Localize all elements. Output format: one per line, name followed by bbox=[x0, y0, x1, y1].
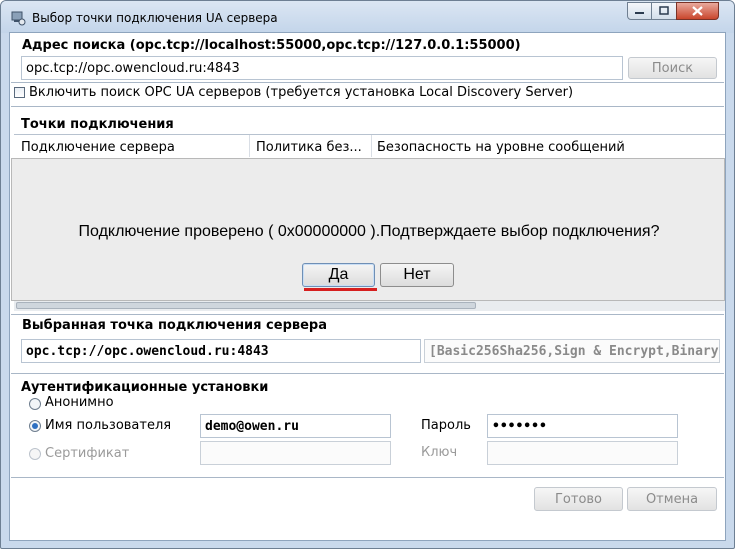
ok-button[interactable]: Готово bbox=[534, 487, 623, 511]
column-header-policy[interactable]: Политика без... bbox=[256, 140, 362, 155]
auth-heading: Аутентификационные установки bbox=[21, 380, 269, 395]
close-icon bbox=[692, 6, 703, 16]
selected-endpoint-policy: [Basic256Sha256,Sign & Encrypt,Binary bbox=[424, 339, 720, 363]
scrollbar-thumb[interactable] bbox=[16, 302, 476, 309]
confirm-message: Подключение проверено ( 0x00000000 ).Под… bbox=[78, 223, 660, 240]
minimize-icon bbox=[635, 12, 644, 14]
window-title: Выбор точки подключения UA сервера bbox=[32, 11, 278, 25]
key-input[interactable] bbox=[487, 441, 678, 465]
maximize-button[interactable] bbox=[651, 2, 677, 20]
password-label: Пароль bbox=[421, 418, 471, 433]
yes-highlight-underline bbox=[304, 288, 377, 291]
certificate-input[interactable] bbox=[200, 441, 391, 465]
divider bbox=[11, 106, 724, 107]
lds-checkbox[interactable] bbox=[14, 87, 25, 98]
divider bbox=[11, 314, 724, 315]
endpoints-horizontal-scrollbar[interactable] bbox=[14, 300, 725, 311]
username-radio[interactable] bbox=[29, 420, 41, 432]
close-button[interactable] bbox=[676, 2, 719, 20]
search-heading: Адрес поиска (opc.tcp://localhost:55000,… bbox=[22, 38, 521, 53]
divider bbox=[11, 477, 724, 478]
confirm-no-button[interactable]: Нет bbox=[380, 263, 454, 287]
lds-checkbox-label: Включить поиск OPC UA серверов (требуетс… bbox=[29, 85, 574, 100]
column-divider bbox=[371, 135, 372, 157]
column-divider bbox=[249, 135, 250, 157]
confirm-yes-button[interactable]: Да bbox=[302, 263, 375, 287]
title-bar[interactable]: Выбор точки подключения UA сервера bbox=[1, 1, 734, 33]
cancel-button[interactable]: Отмена bbox=[627, 487, 717, 511]
certificate-label: Сертификат bbox=[45, 446, 130, 461]
column-header-message-security[interactable]: Безопасность на уровне сообщений bbox=[377, 140, 625, 155]
password-input[interactable]: ••••••• bbox=[487, 414, 678, 438]
selected-endpoint-url[interactable]: opc.tcp://opc.owencloud.ru:4843 bbox=[21, 339, 421, 363]
username-input[interactable]: demo@owen.ru bbox=[200, 414, 391, 438]
search-address-input[interactable]: opc.tcp://opc.owencloud.ru:4843 bbox=[21, 56, 623, 80]
confirm-connection-modal: Подключение проверено ( 0x00000000 ).Под… bbox=[11, 158, 725, 301]
endpoints-table-header: Подключение сервера Политика без... Безо… bbox=[14, 134, 725, 157]
column-header-connection[interactable]: Подключение сервера bbox=[21, 140, 175, 155]
minimize-button[interactable] bbox=[627, 2, 652, 20]
endpoints-heading: Точки подключения bbox=[21, 117, 174, 132]
key-label: Ключ bbox=[421, 445, 458, 460]
divider bbox=[11, 82, 724, 83]
maximize-icon bbox=[659, 6, 669, 15]
selected-endpoint-heading: Выбранная точка подключения сервера bbox=[22, 318, 327, 333]
app-icon bbox=[11, 11, 26, 26]
divider bbox=[11, 373, 724, 374]
username-label: Имя пользователя bbox=[45, 418, 172, 433]
search-button[interactable]: Поиск bbox=[628, 57, 717, 79]
dialog-window: Выбор точки подключения UA сервера Адрес… bbox=[0, 0, 735, 549]
anonymous-label: Анонимно bbox=[45, 395, 114, 410]
certificate-radio[interactable] bbox=[29, 448, 41, 460]
anonymous-radio[interactable] bbox=[29, 398, 41, 410]
